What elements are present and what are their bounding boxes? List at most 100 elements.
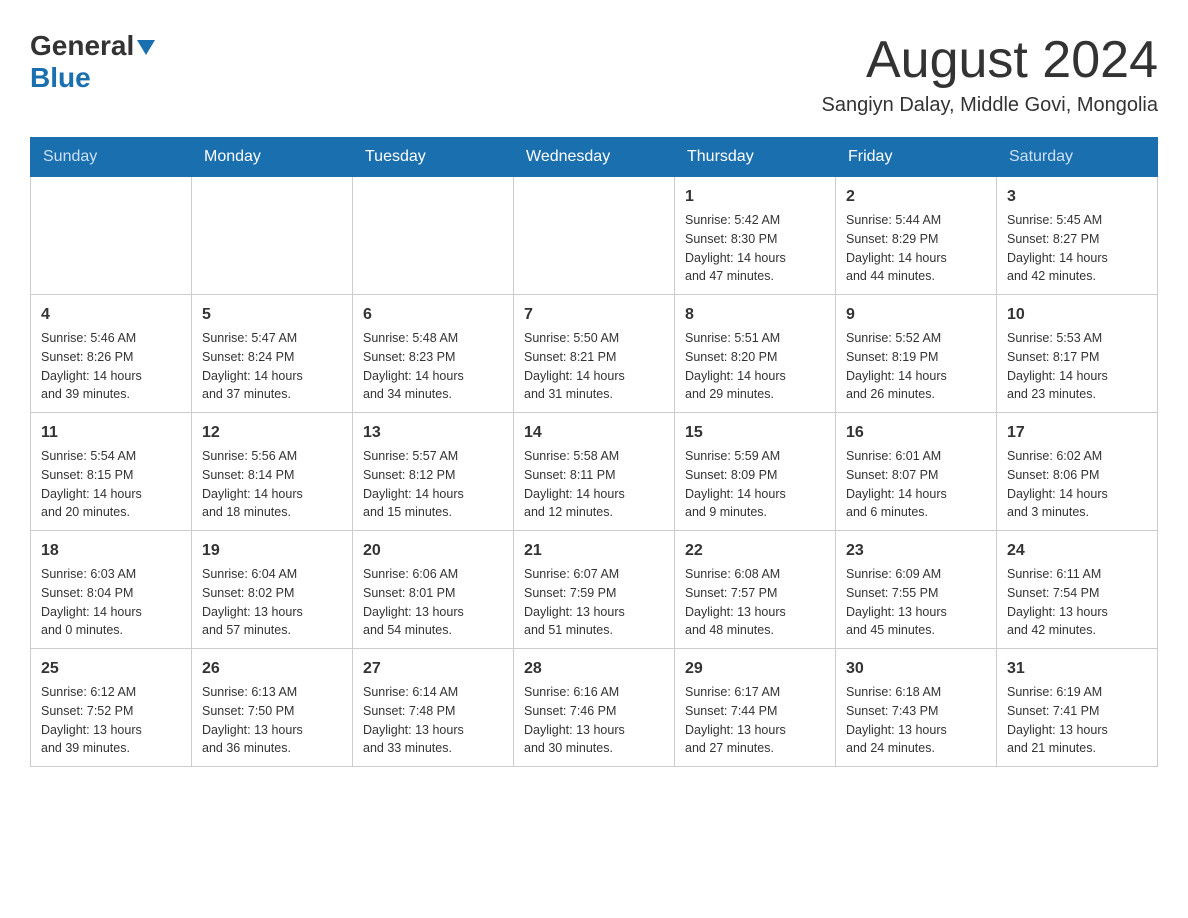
calendar-week-3: 11Sunrise: 5:54 AM Sunset: 8:15 PM Dayli… (31, 413, 1158, 531)
table-row: 22Sunrise: 6:08 AM Sunset: 7:57 PM Dayli… (675, 531, 836, 649)
table-row: 16Sunrise: 6:01 AM Sunset: 8:07 PM Dayli… (836, 413, 997, 531)
header-wednesday: Wednesday (514, 138, 675, 177)
day-info: Sunrise: 5:51 AM Sunset: 8:20 PM Dayligh… (685, 329, 825, 404)
day-info: Sunrise: 6:02 AM Sunset: 8:06 PM Dayligh… (1007, 447, 1147, 522)
table-row: 30Sunrise: 6:18 AM Sunset: 7:43 PM Dayli… (836, 649, 997, 767)
day-info: Sunrise: 6:11 AM Sunset: 7:54 PM Dayligh… (1007, 565, 1147, 640)
day-info: Sunrise: 5:57 AM Sunset: 8:12 PM Dayligh… (363, 447, 503, 522)
day-info: Sunrise: 5:53 AM Sunset: 8:17 PM Dayligh… (1007, 329, 1147, 404)
table-row: 4Sunrise: 5:46 AM Sunset: 8:26 PM Daylig… (31, 295, 192, 413)
header-thursday: Thursday (675, 138, 836, 177)
month-title: August 2024 (822, 30, 1158, 90)
calendar-week-5: 25Sunrise: 6:12 AM Sunset: 7:52 PM Dayli… (31, 649, 1158, 767)
header-tuesday: Tuesday (353, 138, 514, 177)
day-info: Sunrise: 6:07 AM Sunset: 7:59 PM Dayligh… (524, 565, 664, 640)
day-number: 22 (685, 539, 825, 563)
day-info: Sunrise: 6:09 AM Sunset: 7:55 PM Dayligh… (846, 565, 986, 640)
day-number: 4 (41, 303, 181, 327)
header-friday: Friday (836, 138, 997, 177)
day-number: 17 (1007, 421, 1147, 445)
table-row: 5Sunrise: 5:47 AM Sunset: 8:24 PM Daylig… (192, 295, 353, 413)
day-info: Sunrise: 6:14 AM Sunset: 7:48 PM Dayligh… (363, 683, 503, 758)
day-number: 31 (1007, 657, 1147, 681)
day-number: 15 (685, 421, 825, 445)
day-info: Sunrise: 6:01 AM Sunset: 8:07 PM Dayligh… (846, 447, 986, 522)
day-info: Sunrise: 6:19 AM Sunset: 7:41 PM Dayligh… (1007, 683, 1147, 758)
day-info: Sunrise: 5:52 AM Sunset: 8:19 PM Dayligh… (846, 329, 986, 404)
table-row: 15Sunrise: 5:59 AM Sunset: 8:09 PM Dayli… (675, 413, 836, 531)
table-row: 2Sunrise: 5:44 AM Sunset: 8:29 PM Daylig… (836, 177, 997, 295)
table-row: 11Sunrise: 5:54 AM Sunset: 8:15 PM Dayli… (31, 413, 192, 531)
day-info: Sunrise: 5:56 AM Sunset: 8:14 PM Dayligh… (202, 447, 342, 522)
day-info: Sunrise: 5:54 AM Sunset: 8:15 PM Dayligh… (41, 447, 181, 522)
day-number: 5 (202, 303, 342, 327)
day-info: Sunrise: 5:50 AM Sunset: 8:21 PM Dayligh… (524, 329, 664, 404)
table-row: 3Sunrise: 5:45 AM Sunset: 8:27 PM Daylig… (997, 177, 1158, 295)
table-row: 14Sunrise: 5:58 AM Sunset: 8:11 PM Dayli… (514, 413, 675, 531)
logo: General Blue (30, 30, 155, 94)
table-row: 24Sunrise: 6:11 AM Sunset: 7:54 PM Dayli… (997, 531, 1158, 649)
table-row: 1Sunrise: 5:42 AM Sunset: 8:30 PM Daylig… (675, 177, 836, 295)
table-row: 19Sunrise: 6:04 AM Sunset: 8:02 PM Dayli… (192, 531, 353, 649)
table-row: 9Sunrise: 5:52 AM Sunset: 8:19 PM Daylig… (836, 295, 997, 413)
page-header: General Blue August 2024 Sangiyn Dalay, … (30, 30, 1158, 117)
day-number: 29 (685, 657, 825, 681)
table-row (192, 177, 353, 295)
day-info: Sunrise: 5:58 AM Sunset: 8:11 PM Dayligh… (524, 447, 664, 522)
day-number: 8 (685, 303, 825, 327)
day-info: Sunrise: 6:17 AM Sunset: 7:44 PM Dayligh… (685, 683, 825, 758)
table-row: 26Sunrise: 6:13 AM Sunset: 7:50 PM Dayli… (192, 649, 353, 767)
day-info: Sunrise: 5:48 AM Sunset: 8:23 PM Dayligh… (363, 329, 503, 404)
location-title: Sangiyn Dalay, Middle Govi, Mongolia (822, 94, 1158, 117)
day-info: Sunrise: 6:04 AM Sunset: 8:02 PM Dayligh… (202, 565, 342, 640)
day-number: 16 (846, 421, 986, 445)
day-info: Sunrise: 5:42 AM Sunset: 8:30 PM Dayligh… (685, 211, 825, 286)
table-row: 28Sunrise: 6:16 AM Sunset: 7:46 PM Dayli… (514, 649, 675, 767)
table-row: 31Sunrise: 6:19 AM Sunset: 7:41 PM Dayli… (997, 649, 1158, 767)
table-row (353, 177, 514, 295)
day-number: 14 (524, 421, 664, 445)
table-row: 7Sunrise: 5:50 AM Sunset: 8:21 PM Daylig… (514, 295, 675, 413)
day-info: Sunrise: 6:03 AM Sunset: 8:04 PM Dayligh… (41, 565, 181, 640)
day-number: 9 (846, 303, 986, 327)
day-number: 20 (363, 539, 503, 563)
table-row (31, 177, 192, 295)
day-number: 12 (202, 421, 342, 445)
day-number: 2 (846, 185, 986, 209)
day-number: 23 (846, 539, 986, 563)
day-number: 1 (685, 185, 825, 209)
day-info: Sunrise: 6:18 AM Sunset: 7:43 PM Dayligh… (846, 683, 986, 758)
day-info: Sunrise: 5:46 AM Sunset: 8:26 PM Dayligh… (41, 329, 181, 404)
day-info: Sunrise: 6:16 AM Sunset: 7:46 PM Dayligh… (524, 683, 664, 758)
day-info: Sunrise: 6:12 AM Sunset: 7:52 PM Dayligh… (41, 683, 181, 758)
day-number: 24 (1007, 539, 1147, 563)
calendar-table: Sunday Monday Tuesday Wednesday Thursday… (30, 137, 1158, 767)
table-row: 20Sunrise: 6:06 AM Sunset: 8:01 PM Dayli… (353, 531, 514, 649)
day-number: 10 (1007, 303, 1147, 327)
calendar-week-1: 1Sunrise: 5:42 AM Sunset: 8:30 PM Daylig… (31, 177, 1158, 295)
day-number: 19 (202, 539, 342, 563)
table-row: 21Sunrise: 6:07 AM Sunset: 7:59 PM Dayli… (514, 531, 675, 649)
header-sunday: Sunday (31, 138, 192, 177)
table-row: 29Sunrise: 6:17 AM Sunset: 7:44 PM Dayli… (675, 649, 836, 767)
table-row: 8Sunrise: 5:51 AM Sunset: 8:20 PM Daylig… (675, 295, 836, 413)
day-info: Sunrise: 6:13 AM Sunset: 7:50 PM Dayligh… (202, 683, 342, 758)
logo-general-text: General (30, 30, 134, 62)
day-number: 13 (363, 421, 503, 445)
day-info: Sunrise: 5:47 AM Sunset: 8:24 PM Dayligh… (202, 329, 342, 404)
day-info: Sunrise: 5:44 AM Sunset: 8:29 PM Dayligh… (846, 211, 986, 286)
header-saturday: Saturday (997, 138, 1158, 177)
day-info: Sunrise: 5:45 AM Sunset: 8:27 PM Dayligh… (1007, 211, 1147, 286)
table-row: 23Sunrise: 6:09 AM Sunset: 7:55 PM Dayli… (836, 531, 997, 649)
calendar-header-row: Sunday Monday Tuesday Wednesday Thursday… (31, 138, 1158, 177)
logo-triangle-icon (137, 40, 155, 55)
day-info: Sunrise: 5:59 AM Sunset: 8:09 PM Dayligh… (685, 447, 825, 522)
table-row: 18Sunrise: 6:03 AM Sunset: 8:04 PM Dayli… (31, 531, 192, 649)
day-info: Sunrise: 6:06 AM Sunset: 8:01 PM Dayligh… (363, 565, 503, 640)
day-number: 6 (363, 303, 503, 327)
day-info: Sunrise: 6:08 AM Sunset: 7:57 PM Dayligh… (685, 565, 825, 640)
title-section: August 2024 Sangiyn Dalay, Middle Govi, … (822, 30, 1158, 117)
day-number: 26 (202, 657, 342, 681)
table-row: 17Sunrise: 6:02 AM Sunset: 8:06 PM Dayli… (997, 413, 1158, 531)
day-number: 18 (41, 539, 181, 563)
